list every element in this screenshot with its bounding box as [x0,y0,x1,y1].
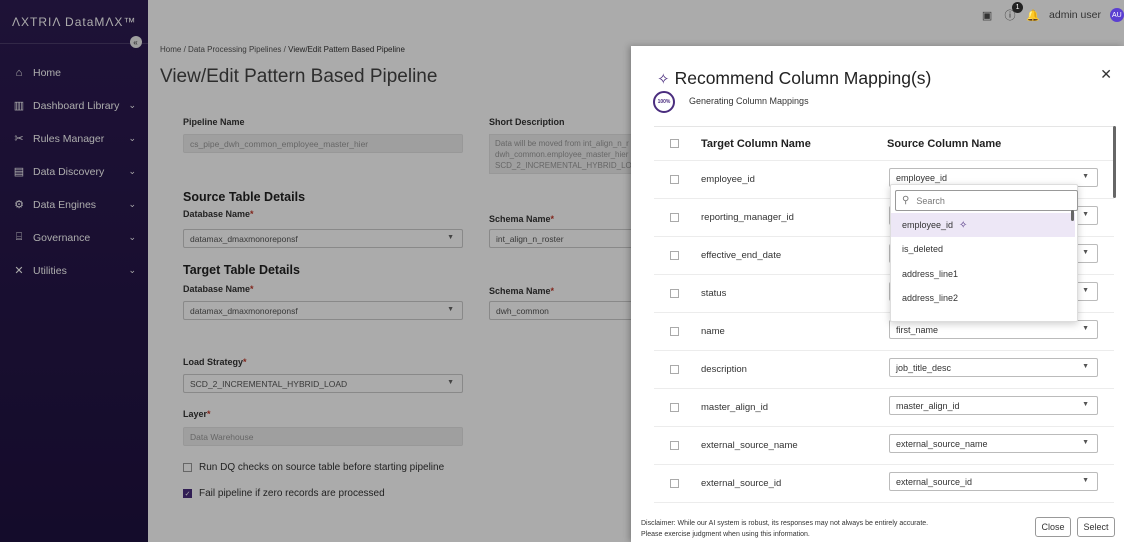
notification-badge: 1 [1012,2,1024,13]
target-column-name: name [701,326,725,337]
ai-sparkle-icon: ✧ [657,70,670,88]
target-column-name: description [701,364,747,375]
top-bar: ▣ ⓘ 1 🔔 admin user AU [980,0,1124,30]
table-row: master_align_id master_align_id ▼ [654,389,1114,427]
source-column-select[interactable]: master_align_id ▼ [889,396,1098,415]
row-checkbox[interactable] [670,251,679,260]
target-column-name: employee_id [701,174,755,185]
ai-sparkle-icon: ✧ [959,219,968,231]
table-scrollbar[interactable] [1113,126,1116,198]
disclaimer-line: Please exercise judgment when using this… [641,531,810,538]
search-placeholder: Search [916,195,945,206]
table-row: external_source_id external_source_id ▼ [654,465,1114,503]
target-column-header: Target Column Name [701,137,811,150]
dropdown-option[interactable]: is_deleted [891,237,1075,261]
caret-down-icon: ▼ [1082,211,1089,218]
source-column-select[interactable]: external_source_id ▼ [889,472,1098,491]
disclaimer-line: Disclaimer: While our AI system is robus… [641,520,929,527]
panel-title-text: Recommend Column Mapping(s) [674,68,932,88]
target-column-name: external_source_id [701,478,782,489]
table-row: description job_title_desc ▼ [654,351,1114,389]
select-button[interactable]: Select [1077,517,1115,537]
caret-down-icon: ▼ [1082,439,1089,446]
dropdown-scrollbar[interactable] [1071,210,1074,221]
target-column-name: effective_end_date [701,250,782,261]
source-column-select[interactable]: first_name ▼ [889,320,1098,339]
ai-disclaimer: Disclaimer: While our AI system is robus… [641,518,971,540]
source-column-select[interactable]: external_source_name ▼ [889,434,1098,453]
bell-icon[interactable]: 🔔 [1026,8,1040,22]
user-name[interactable]: admin user [1049,9,1101,21]
source-column-header: Source Column Name [887,137,1002,150]
panel-title: ✧ Recommend Column Mapping(s) [657,68,931,89]
clipboard-icon[interactable]: ▣ [980,8,994,22]
row-checkbox[interactable] [670,213,679,222]
dropdown-search-input[interactable]: ⚲ Search [895,190,1078,211]
source-column-select[interactable]: job_title_desc ▼ [889,358,1098,377]
info-icon[interactable]: ⓘ 1 [1003,2,1024,22]
caret-down-icon: ▼ [1082,477,1089,484]
caret-down-icon: ▼ [1082,249,1089,256]
row-checkbox[interactable] [670,289,679,298]
option-label: address_line1 [902,269,959,279]
target-column-name: external_source_name [701,440,798,451]
source-column-dropdown: ⚲ Search employee_id ✧ is_deleted addres… [890,184,1078,322]
row-checkbox[interactable] [670,327,679,336]
source-column-value: employee_id [896,172,948,183]
caret-down-icon: ▼ [1082,325,1089,332]
row-checkbox[interactable] [670,479,679,488]
target-column-name: reporting_manager_id [701,212,794,223]
dropdown-option[interactable]: employee_id ✧ [891,213,1075,237]
row-checkbox[interactable] [670,403,679,412]
option-label: is_deleted [902,244,944,254]
row-checkbox[interactable] [670,441,679,450]
caret-down-icon: ▼ [1082,401,1089,408]
row-checkbox[interactable] [670,175,679,184]
option-label: employee_id [902,220,954,230]
caret-down-icon: ▼ [1082,287,1089,294]
target-column-name: status [701,288,727,299]
source-column-value: first_name [896,324,939,335]
caret-down-icon: ▼ [1082,173,1089,180]
progress-ring: 100% [653,91,675,113]
table-header: Target Column Name Source Column Name [654,127,1114,161]
target-column-name: master_align_id [701,402,769,413]
close-icon[interactable]: ✕ [1100,66,1112,83]
source-column-value: master_align_id [896,400,960,411]
source-column-value: job_title_desc [896,362,952,373]
generation-status: Generating Column Mappings [689,96,809,106]
select-all-checkbox[interactable] [670,139,679,148]
close-button[interactable]: Close [1035,517,1071,537]
table-row: external_source_name external_source_nam… [654,427,1114,465]
row-checkbox[interactable] [670,365,679,374]
source-column-value: external_source_name [896,438,988,449]
avatar[interactable]: AU [1110,8,1124,22]
search-icon: ⚲ [902,195,910,206]
option-label: address_line2 [902,293,959,303]
caret-down-icon: ▼ [1082,363,1089,370]
source-column-value: external_source_id [896,476,973,487]
dropdown-option[interactable]: address_line1 [891,262,1075,286]
dropdown-option[interactable]: address_line2 [891,286,1075,310]
